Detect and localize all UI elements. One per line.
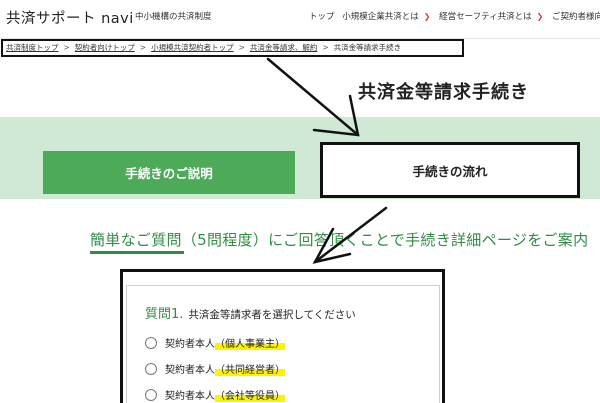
arrow-line <box>266 57 360 137</box>
page: 共済サポート navi 中小機構の共済制度 トップ 小規模企業共済とは ❯ 経営セ… <box>0 0 600 403</box>
annotation-arrows <box>266 57 388 264</box>
